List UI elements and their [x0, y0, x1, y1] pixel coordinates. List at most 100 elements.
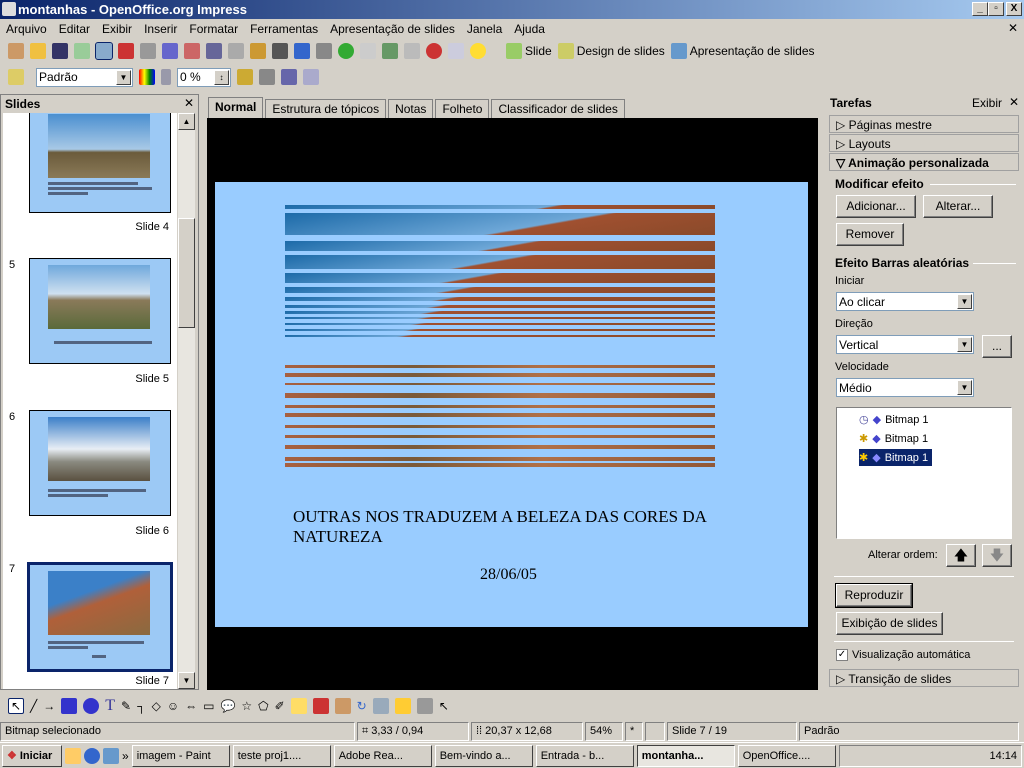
- connector-icon[interactable]: ┐: [137, 699, 146, 713]
- menu-ferramentas[interactable]: Ferramentas: [250, 22, 318, 36]
- navigator-icon[interactable]: [382, 43, 398, 59]
- chevron-down-icon[interactable]: ▼: [957, 294, 972, 309]
- autopreview-checkbox[interactable]: ✓ Visualização automática: [836, 649, 970, 661]
- filter-icon[interactable]: [139, 69, 155, 85]
- ie-icon[interactable]: [84, 747, 100, 764]
- menu-exibir[interactable]: Exibir: [102, 22, 132, 36]
- tab-outline[interactable]: Estrutura de tópicos: [265, 99, 387, 118]
- text-icon[interactable]: T: [105, 697, 115, 715]
- close-document-icon[interactable]: ✕: [1008, 21, 1018, 35]
- arrange-icon[interactable]: [394, 698, 411, 714]
- chevron-down-icon[interactable]: ▼: [957, 380, 972, 395]
- start-button[interactable]: ❖ Iniciar: [2, 744, 62, 767]
- rotate-icon[interactable]: ↻: [357, 699, 367, 713]
- speed-select[interactable]: Médio ▼: [836, 378, 974, 397]
- slide-bitmap[interactable]: [285, 205, 715, 467]
- slide-title[interactable]: OUTRAS NOS TRADUZEM A BELEZA DAS CORES D…: [293, 507, 763, 547]
- slide[interactable]: OUTRAS NOS TRADUZEM A BELEZA DAS CORES D…: [215, 182, 808, 627]
- redo-icon[interactable]: [316, 43, 332, 59]
- undo-icon[interactable]: [294, 43, 310, 59]
- image-icon[interactable]: [334, 698, 351, 714]
- show-desktop-icon[interactable]: [65, 747, 81, 764]
- line-icon[interactable]: [237, 69, 253, 85]
- gallery-icon[interactable]: [312, 698, 329, 714]
- close-pane-icon[interactable]: ✕: [1009, 95, 1019, 109]
- direction-select[interactable]: Vertical ▼: [836, 335, 974, 354]
- animation-list[interactable]: ◷ ◆ Bitmap 1 ✱ ◆ Bitmap 1 ✱ ◆ Bitmap 1: [836, 407, 1012, 539]
- ellipse-icon[interactable]: [83, 698, 100, 714]
- new-icon[interactable]: [8, 43, 24, 59]
- slide-thumbnail-7[interactable]: [27, 562, 173, 672]
- slideshow-button[interactable]: Exibição de slides: [836, 612, 943, 635]
- line-icon[interactable]: ╱: [30, 699, 37, 713]
- select-icon[interactable]: ↖: [8, 698, 24, 714]
- rectangle-icon[interactable]: [61, 698, 78, 714]
- section-master-pages[interactable]: ▷ Páginas mestre: [829, 115, 1019, 133]
- play-button[interactable]: Reproduzir: [835, 583, 913, 608]
- close-pane-icon[interactable]: ✕: [184, 96, 194, 110]
- slideshow-button[interactable]: Apresentação de slides: [670, 43, 815, 59]
- scroll-thumb[interactable]: [178, 218, 195, 328]
- table-icon[interactable]: [360, 43, 376, 59]
- more-icon[interactable]: »: [122, 749, 129, 763]
- taskbar-item[interactable]: teste proj1....: [232, 744, 331, 767]
- taskbar-item[interactable]: OpenOffice....: [737, 744, 836, 767]
- glue-icon[interactable]: ✐: [275, 699, 285, 713]
- symbol-shapes-icon[interactable]: ☺: [167, 699, 179, 713]
- callouts-icon[interactable]: 💬: [220, 699, 235, 713]
- checkbox-icon[interactable]: ✓: [836, 649, 848, 661]
- taskbar-item[interactable]: imagem - Paint: [131, 744, 230, 767]
- help-icon[interactable]: [470, 43, 486, 59]
- section-layouts[interactable]: ▷ Layouts: [829, 134, 1019, 152]
- edit-file-icon[interactable]: [95, 42, 113, 60]
- slide-thumbnail-6[interactable]: [29, 410, 171, 516]
- grid-icon[interactable]: [404, 43, 420, 59]
- new-slide-button[interactable]: Slide: [506, 43, 552, 59]
- slide-thumbnail-5[interactable]: [29, 258, 171, 364]
- save-icon[interactable]: [52, 43, 68, 59]
- minimize-button[interactable]: _: [972, 2, 988, 16]
- style-select[interactable]: Padrão ▼: [36, 67, 133, 87]
- flowchart-icon[interactable]: ▭: [203, 699, 214, 713]
- move-down-button[interactable]: 🡇: [982, 544, 1012, 567]
- open-icon[interactable]: [30, 43, 46, 59]
- zoom-level[interactable]: 54%: [585, 722, 623, 741]
- shadow-icon[interactable]: [281, 69, 297, 85]
- chevron-down-icon[interactable]: ▼: [957, 337, 972, 352]
- cut-icon[interactable]: [206, 43, 222, 59]
- taskbar-item[interactable]: Adobe Rea...: [333, 744, 432, 767]
- tab-normal[interactable]: Normal: [208, 97, 264, 118]
- slide-thumbnail-4[interactable]: [29, 113, 171, 213]
- slide-date[interactable]: 28/06/05: [480, 566, 537, 584]
- fontwork-icon[interactable]: [290, 698, 307, 714]
- taskbar-item[interactable]: Bem-vindo a...: [434, 744, 533, 767]
- section-slide-transition[interactable]: ▷ Transição de slides: [829, 669, 1019, 687]
- add-button[interactable]: Adicionar...: [836, 195, 916, 218]
- menu-editar[interactable]: Editar: [59, 22, 90, 36]
- taskbar-item-active[interactable]: montanha...: [636, 744, 735, 767]
- email-icon[interactable]: [74, 43, 90, 59]
- spellcheck-icon[interactable]: [162, 43, 178, 59]
- interaction-icon[interactable]: ↖: [439, 699, 449, 713]
- effect-options-button[interactable]: ...: [982, 335, 1012, 358]
- animation-item[interactable]: ✱ ◆ Bitmap 1: [859, 430, 932, 447]
- 3d-icon[interactable]: [416, 698, 433, 714]
- menu-inserir[interactable]: Inserir: [144, 22, 177, 36]
- move-up-button[interactable]: 🡅: [946, 544, 976, 567]
- paste-icon[interactable]: [250, 43, 266, 59]
- chevron-down-icon[interactable]: ▼: [116, 69, 131, 85]
- close-button[interactable]: X: [1006, 2, 1022, 16]
- scroll-up-icon[interactable]: ▲: [178, 113, 195, 130]
- menu-arquivo[interactable]: Arquivo: [6, 22, 47, 36]
- spinner-icon[interactable]: ↕: [214, 69, 229, 85]
- compass-icon[interactable]: [426, 43, 442, 59]
- tab-handout[interactable]: Folheto: [435, 99, 490, 118]
- scroll-down-icon[interactable]: ▼: [178, 672, 195, 689]
- pdf-icon[interactable]: [118, 43, 134, 59]
- align-icon[interactable]: [372, 698, 389, 714]
- chart-icon[interactable]: [338, 43, 354, 59]
- print-icon[interactable]: [140, 43, 156, 59]
- outlook-icon[interactable]: [103, 747, 119, 764]
- menu-ajuda[interactable]: Ajuda: [514, 22, 545, 36]
- animation-item[interactable]: ◷ ◆ Bitmap 1: [859, 411, 933, 428]
